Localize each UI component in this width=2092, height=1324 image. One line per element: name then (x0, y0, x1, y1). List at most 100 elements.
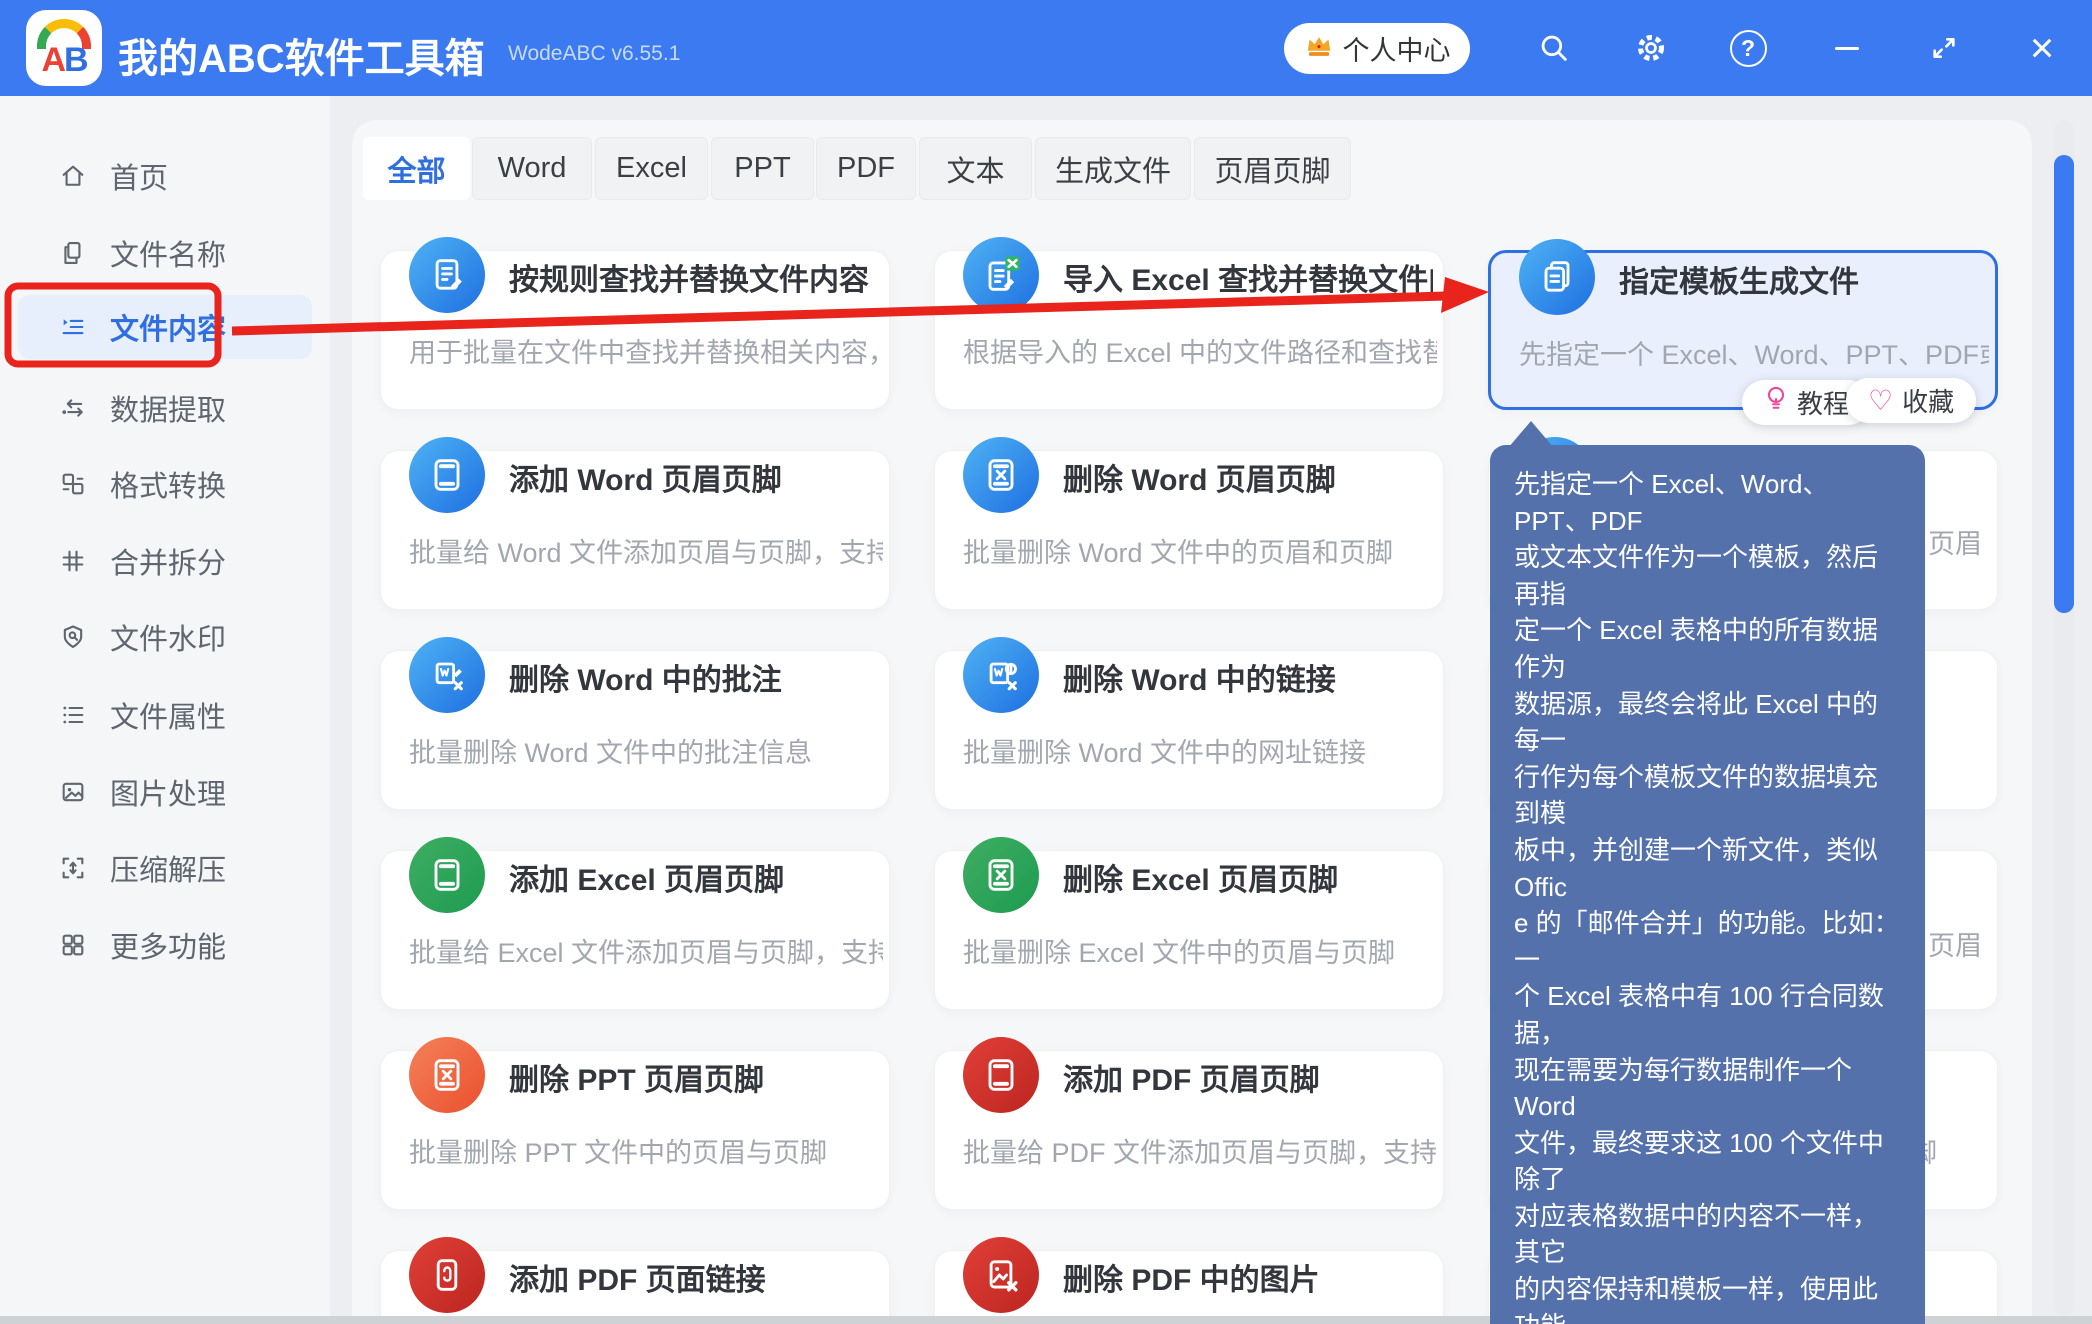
card-description: 批量删除 Word 文件中的页眉和页脚 (963, 531, 1437, 570)
tutorial-label: 教程 (1797, 384, 1849, 421)
add-excel-headfoot-icon (409, 837, 485, 913)
card-title: 删除 Excel 页眉页脚 (1063, 859, 1338, 903)
data-extract-icon (58, 393, 88, 423)
sidebar-item-label: 更多功能 (110, 924, 226, 966)
feature-card-excel-find-replace[interactable]: 导入 Excel 查找并替换文件内容根据导入的 Excel 中的文件路径和查找替… (934, 250, 1444, 410)
feature-card-add-excel-headfoot[interactable]: 添加 Excel 页眉页脚批量给 Excel 文件添加页眉与页脚，支持嵌入页码 (380, 850, 890, 1010)
sidebar-item-file-name[interactable]: 文件名称 (0, 224, 330, 282)
card-title: 指定模板生成文件 (1619, 261, 1859, 305)
tab-excel[interactable]: Excel (595, 137, 708, 200)
feature-card-del-word-headfoot[interactable]: 删除 Word 页眉页脚批量删除 Word 文件中的页眉和页脚 (934, 450, 1444, 610)
del-word-comments-icon (409, 637, 485, 713)
sidebar-item-image-process[interactable]: 图片处理 (0, 763, 330, 821)
app-title: 我的ABC软件工具箱 (118, 26, 485, 84)
heart-icon: ♡ (1868, 387, 1893, 415)
card-title: 添加 Word 页眉页脚 (509, 459, 782, 503)
app-version: WodeABC v6.55.1 (508, 42, 680, 66)
watermark-icon (58, 622, 88, 652)
home-icon (58, 161, 88, 191)
format-convert-icon (58, 469, 88, 499)
card-description: 批量给 Excel 文件添加页眉与页脚，支持嵌入页码 (409, 931, 883, 970)
scrollbar-thumb[interactable] (2054, 155, 2074, 613)
feature-card-del-pdf-images[interactable]: 删除 PDF 中的图片 (934, 1250, 1444, 1324)
tab-generate-file[interactable]: 生成文件 (1035, 137, 1191, 200)
add-pdf-headfoot-icon (963, 1037, 1039, 1113)
card-description: 批量删除 PPT 文件中的页眉与页脚 (409, 1131, 883, 1170)
card-description: 根据导入的 Excel 中的文件路径和查找替换规则来批 (963, 331, 1437, 370)
sidebar-item-file-content[interactable]: 文件内容 (0, 298, 330, 356)
sidebar-item-label: 首页 (110, 155, 168, 197)
sidebar-item-merge-split[interactable]: 合并拆分 (0, 532, 330, 590)
tab-word[interactable]: Word (472, 137, 592, 200)
sidebar-item-label: 合并拆分 (110, 540, 226, 582)
app-logo: AB (26, 10, 102, 86)
favorite-label: 收藏 (1902, 382, 1954, 419)
sidebar-item-compress[interactable]: 压缩解压 (0, 839, 330, 897)
app-window: AB 我的ABC软件工具箱 WodeABC v6.55.1 个人中心 ? × (0, 0, 2092, 1324)
sidebar-item-label: 图片处理 (110, 771, 226, 813)
card-title: 删除 Word 中的批注 (509, 659, 782, 703)
sidebar-item-more[interactable]: 更多功能 (0, 916, 330, 974)
card-description: 用于批量在文件中查找并替换相关内容，支持 Wor (409, 331, 883, 370)
sidebar-item-label: 文件内容 (110, 306, 226, 348)
crown-icon (1304, 33, 1334, 64)
sidebar-item-file-watermark[interactable]: 文件水印 (0, 608, 330, 666)
card-title: 删除 Word 中的链接 (1063, 659, 1336, 703)
sidebar-item-file-props[interactable]: 文件属性 (0, 686, 330, 744)
feature-tooltip: 先指定一个 Excel、Word、PPT、PDF 或文本文件作为一个模板，然后再… (1490, 445, 1925, 1324)
tab-text[interactable]: 文本 (919, 137, 1032, 200)
feature-card-del-word-comments[interactable]: 删除 Word 中的批注批量删除 Word 文件中的批注信息 (380, 650, 890, 810)
sidebar-item-label: 格式转换 (110, 463, 226, 505)
sidebar-item-home[interactable]: 首页 (0, 147, 330, 205)
search-icon[interactable] (1530, 24, 1578, 72)
tab-all[interactable]: 全部 (363, 137, 470, 200)
occluded-card-text-fragment: 页眉 (1928, 924, 1982, 963)
del-word-links-icon (963, 637, 1039, 713)
maximize-button[interactable] (1920, 24, 1968, 72)
occluded-card-text-fragment: 页眉 (1928, 522, 1982, 561)
card-title: 添加 Excel 页眉页脚 (509, 859, 784, 903)
card-description: 批量删除 Excel 文件中的页眉与页脚 (963, 931, 1437, 970)
add-pdf-pagelinks-icon (409, 1237, 485, 1313)
feature-card-del-ppt-headfoot[interactable]: 删除 PPT 页眉页脚批量删除 PPT 文件中的页眉与页脚 (380, 1050, 890, 1210)
tab-header-footer[interactable]: 页眉页脚 (1194, 137, 1351, 200)
settings-gear-icon[interactable] (1627, 24, 1675, 72)
find-replace-icon (409, 237, 485, 313)
card-title: 删除 Word 页眉页脚 (1063, 459, 1336, 503)
favorite-button[interactable]: ♡ 收藏 (1846, 378, 1976, 423)
personal-center-label: 个人中心 (1343, 29, 1451, 68)
card-description: 批量删除 Word 文件中的网址链接 (963, 731, 1437, 770)
sidebar-item-format-convert[interactable]: 格式转换 (0, 455, 330, 513)
tab-pdf[interactable]: PDF (816, 137, 916, 200)
minimize-button[interactable] (1823, 24, 1871, 72)
title-bar: AB 我的ABC软件工具箱 WodeABC v6.55.1 个人中心 ? × (0, 0, 2092, 96)
sidebar-item-data-extract[interactable]: 数据提取 (0, 379, 330, 437)
del-ppt-headfoot-icon (409, 1037, 485, 1113)
add-word-headfoot-icon (409, 437, 485, 513)
card-description: 先指定一个 Excel、Word、PPT、PDF或文本文件作 (1519, 333, 1989, 372)
sidebar-item-label: 文件名称 (110, 232, 226, 274)
sidebar: 首页文件名称文件内容数据提取格式转换合并拆分文件水印文件属性图片处理压缩解压更多… (0, 96, 330, 1316)
card-description: 批量给 Word 文件添加页眉与页脚，支持嵌入页码 (409, 531, 883, 570)
card-description: 批量给 PDF 文件添加页眉与页脚，支持嵌入页码 (963, 1131, 1437, 1170)
card-title: 添加 PDF 页面链接 (509, 1259, 766, 1303)
help-icon[interactable]: ? (1724, 24, 1772, 72)
card-title: 删除 PPT 页眉页脚 (509, 1059, 764, 1103)
personal-center-button[interactable]: 个人中心 (1284, 23, 1470, 74)
del-word-headfoot-icon (963, 437, 1039, 513)
sidebar-item-label: 数据提取 (110, 387, 226, 429)
more-grid-icon (58, 930, 88, 960)
feature-card-del-word-links[interactable]: 删除 Word 中的链接批量删除 Word 文件中的网址链接 (934, 650, 1444, 810)
image-icon (58, 777, 88, 807)
template-generate-icon (1519, 239, 1595, 315)
tab-ppt[interactable]: PPT (711, 137, 814, 200)
feature-card-del-excel-headfoot[interactable]: 删除 Excel 页眉页脚批量删除 Excel 文件中的页眉与页脚 (934, 850, 1444, 1010)
feature-card-add-pdf-headfoot[interactable]: 添加 PDF 页眉页脚批量给 PDF 文件添加页眉与页脚，支持嵌入页码 (934, 1050, 1444, 1210)
file-name-icon (58, 238, 88, 268)
close-button[interactable]: × (2018, 24, 2066, 72)
feature-card-add-word-headfoot[interactable]: 添加 Word 页眉页脚批量给 Word 文件添加页眉与页脚，支持嵌入页码 (380, 450, 890, 610)
feature-card-find-replace[interactable]: 按规则查找并替换文件内容用于批量在文件中查找并替换相关内容，支持 Wor (380, 250, 890, 410)
card-description: 批量删除 Word 文件中的批注信息 (409, 731, 883, 770)
sidebar-item-label: 文件属性 (110, 694, 226, 736)
feature-card-add-pdf-pagelinks[interactable]: 添加 PDF 页面链接 (380, 1250, 890, 1324)
